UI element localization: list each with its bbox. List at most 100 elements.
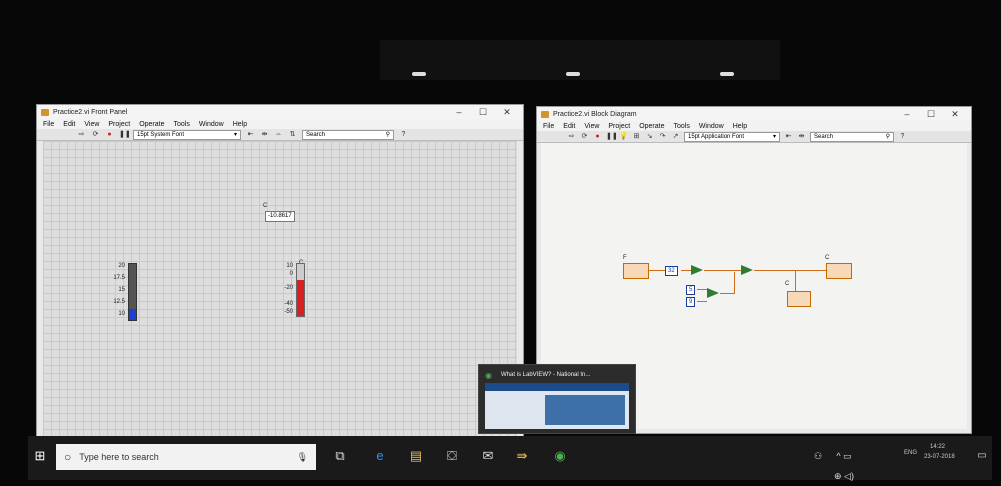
run-icon[interactable]: ⇨: [77, 131, 86, 139]
thumbnail-header: [485, 383, 629, 391]
system-tray-icons[interactable]: ^ ▭ ⊕ ◁): [834, 446, 854, 481]
scale-tick: -50: [284, 309, 293, 315]
scale-tick: -40: [284, 301, 293, 307]
task-view-icon[interactable]: ⧉: [330, 446, 350, 466]
windows-taskbar: ⊞ ○ Type here to search 🎙 ⧉ e ▤ ⛋ ✉ ⇛ ◉ …: [28, 436, 992, 481]
wire: [704, 270, 741, 271]
abort-icon[interactable]: ●: [593, 133, 602, 141]
menu-edit[interactable]: Edit: [563, 123, 575, 130]
notification-icon[interactable]: ▭: [972, 446, 992, 466]
menu-view[interactable]: View: [584, 123, 599, 130]
input-control-f[interactable]: [623, 263, 649, 279]
toolbar: ⇨ ⟳ ● ❚❚ 💡 ⊞ ↘ ↷ ↗ 15pt Application Font…: [537, 131, 971, 143]
output-indicator-c[interactable]: [826, 263, 852, 279]
numeric-indicator-c[interactable]: [787, 291, 811, 307]
mail-icon[interactable]: ✉: [478, 446, 498, 466]
menu-help[interactable]: Help: [733, 123, 747, 130]
store-icon[interactable]: ⛋: [442, 446, 462, 466]
node-label: C: [825, 255, 830, 261]
subtract-function-icon[interactable]: [691, 265, 703, 275]
menu-operate[interactable]: Operate: [139, 121, 164, 128]
menu-tools[interactable]: Tools: [673, 123, 689, 130]
scale-tick: 17.5: [113, 275, 125, 281]
menu-help[interactable]: Help: [233, 121, 247, 128]
menu-bar: File Edit View Project Operate Tools Win…: [537, 121, 971, 131]
clock-date[interactable]: 23-07-2018: [924, 454, 955, 460]
retain-wire-values-icon[interactable]: ⊞: [632, 133, 641, 141]
distribute-icon[interactable]: ⇹: [260, 131, 269, 139]
run-icon[interactable]: ⇨: [567, 133, 576, 141]
menu-operate[interactable]: Operate: [639, 123, 664, 130]
step-over-icon[interactable]: ↷: [658, 133, 667, 141]
chrome-icon: ◉: [485, 371, 492, 380]
labview-taskbar-icon[interactable]: ⇛: [512, 446, 532, 466]
maximize-icon[interactable]: ☐: [471, 105, 495, 119]
pause-icon[interactable]: ❚❚: [606, 133, 618, 141]
search-input[interactable]: Search ⚲: [302, 129, 394, 140]
menu-view[interactable]: View: [84, 121, 99, 128]
reorder-icon[interactable]: ⇅: [288, 131, 297, 139]
scale-tick: 20: [118, 263, 125, 269]
menu-window[interactable]: Window: [199, 121, 224, 128]
front-panel-window: Practice2.vi Front Panel – ☐ ✕ File Edit…: [36, 104, 524, 446]
language-indicator[interactable]: ENG: [904, 450, 917, 456]
divide-function-icon[interactable]: [707, 288, 719, 298]
wire: [681, 270, 691, 271]
align-icon[interactable]: ⇤: [784, 133, 793, 141]
labview-icon: [541, 110, 549, 118]
close-icon[interactable]: ✕: [943, 107, 967, 121]
step-out-icon[interactable]: ↗: [671, 133, 680, 141]
file-explorer-icon[interactable]: ▤: [406, 446, 426, 466]
close-icon[interactable]: ✕: [495, 105, 519, 119]
thermometer-fill: [297, 279, 304, 316]
multiply-function-icon[interactable]: [741, 265, 753, 275]
resize-icon[interactable]: ⇔: [274, 131, 283, 139]
clock-time[interactable]: 14:22: [930, 444, 945, 450]
labview-icon: [41, 108, 49, 116]
menu-tools[interactable]: Tools: [173, 121, 189, 128]
menu-project[interactable]: Project: [108, 121, 130, 128]
maximize-icon[interactable]: ☐: [919, 107, 943, 121]
pause-icon[interactable]: ❚❚: [119, 131, 131, 139]
window-title: Practice2.vi Block Diagram: [553, 110, 637, 118]
help-icon[interactable]: ?: [399, 131, 408, 139]
front-panel-titlebar: Practice2.vi Front Panel – ☐ ✕: [37, 105, 523, 119]
step-into-icon[interactable]: ↘: [645, 133, 654, 141]
edge-browser-icon[interactable]: e: [370, 446, 390, 466]
run-continuously-icon[interactable]: ⟳: [91, 131, 100, 139]
constant-5[interactable]: 5: [686, 285, 696, 295]
menu-window[interactable]: Window: [699, 123, 724, 130]
wire: [795, 270, 796, 292]
search-input[interactable]: Search ⚲: [810, 131, 894, 142]
minimize-icon[interactable]: –: [447, 105, 471, 119]
abort-icon[interactable]: ●: [105, 131, 114, 139]
run-continuously-icon[interactable]: ⟳: [580, 133, 589, 141]
menu-project[interactable]: Project: [608, 123, 630, 130]
scale-tick: 0: [289, 271, 293, 277]
align-icon[interactable]: ⇤: [246, 131, 255, 139]
font-selector[interactable]: 15pt Application Font ▾: [684, 131, 780, 142]
ceiling-light: [720, 72, 734, 76]
taskbar-search[interactable]: ○ Type here to search 🎙: [56, 444, 316, 470]
node-label: C: [785, 281, 790, 287]
menu-edit[interactable]: Edit: [63, 121, 75, 128]
windows-start-icon[interactable]: ⊞: [30, 446, 50, 466]
help-icon[interactable]: ?: [898, 133, 907, 141]
constant-32[interactable]: 32: [665, 266, 678, 276]
distribute-icon[interactable]: ⇹: [797, 133, 806, 141]
search-placeholder: Type here to search: [79, 452, 159, 462]
highlight-execution-icon[interactable]: 💡: [619, 133, 628, 141]
front-panel-canvas[interactable]: C -10.8617 20 17.5 15 12.5 10 C 10 0 -20…: [43, 141, 517, 439]
constant-9[interactable]: 9: [686, 297, 696, 307]
taskbar-preview-popup[interactable]: ◉ What is LabVIEW? - National In...: [478, 364, 636, 434]
font-selector[interactable]: 15pt System Font ▾: [133, 129, 241, 140]
chrome-icon[interactable]: ◉: [550, 446, 570, 466]
search-icon: ⚲: [885, 133, 890, 140]
people-icon[interactable]: ⚇: [808, 446, 828, 466]
microphone-icon[interactable]: 🎙: [297, 452, 308, 463]
wire: [697, 289, 707, 290]
search-icon: ⚲: [385, 131, 390, 138]
minimize-icon[interactable]: –: [895, 107, 919, 121]
menu-file[interactable]: File: [543, 123, 554, 130]
menu-file[interactable]: File: [43, 121, 54, 128]
